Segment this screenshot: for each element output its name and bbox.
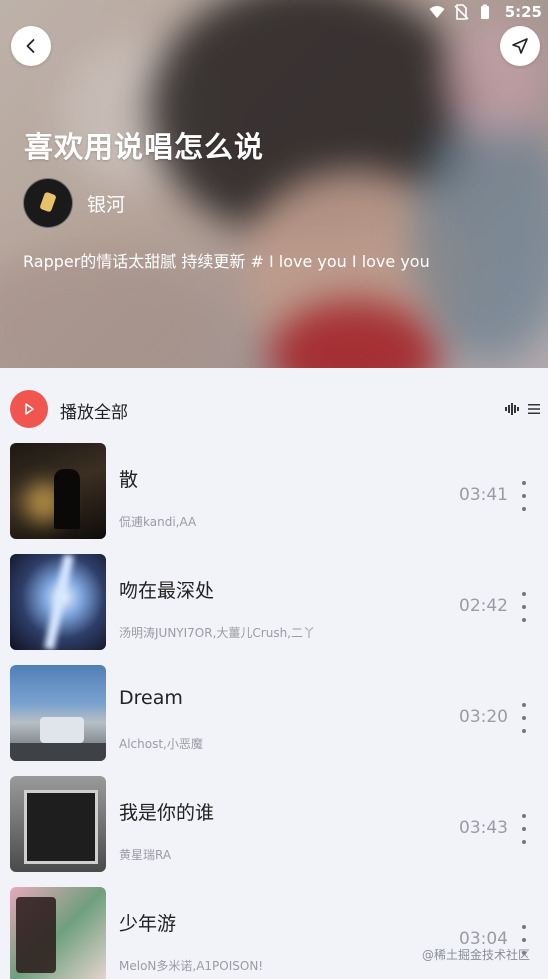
more-options-button[interactable] bbox=[514, 481, 534, 511]
song-duration: 02:42 bbox=[459, 596, 508, 616]
soundwave-icon[interactable] bbox=[505, 402, 519, 416]
creator-name[interactable]: 银河 bbox=[87, 190, 125, 217]
song-title: 少年游 bbox=[119, 913, 177, 935]
play-all-button[interactable] bbox=[10, 390, 48, 428]
song-row[interactable]: 散 侃逋kandi,AA 03:41 bbox=[0, 443, 548, 554]
song-duration: 03:41 bbox=[459, 485, 508, 505]
creator-info[interactable]: 银河 bbox=[23, 178, 125, 228]
more-options-button[interactable] bbox=[514, 814, 534, 844]
more-options-button[interactable] bbox=[514, 592, 534, 622]
song-artist: MeloN多米诺,A1POISON! bbox=[119, 959, 264, 973]
song-row[interactable]: Dream Alchost,小恶魔 03:20 bbox=[0, 665, 548, 776]
play-all-label[interactable]: 播放全部 bbox=[60, 398, 128, 423]
back-button[interactable] bbox=[11, 26, 51, 66]
song-title: 散 bbox=[119, 469, 139, 491]
song-duration: 03:20 bbox=[459, 707, 508, 727]
battery-icon bbox=[480, 4, 489, 19]
album-cover bbox=[10, 776, 106, 872]
song-duration: 03:43 bbox=[459, 818, 508, 838]
album-cover bbox=[10, 443, 106, 539]
playlist-description: Rapper的情话太甜腻 持续更新 # I love you I love yo… bbox=[23, 252, 430, 271]
album-cover bbox=[10, 887, 106, 979]
more-options-button[interactable] bbox=[514, 703, 534, 733]
send-icon bbox=[512, 38, 528, 54]
album-cover bbox=[10, 554, 106, 650]
song-artist: 黄星瑞RA bbox=[119, 848, 172, 862]
play-icon bbox=[25, 403, 34, 415]
share-button[interactable] bbox=[500, 26, 540, 66]
status-time: 5:25 bbox=[504, 3, 542, 21]
song-artist: Alchost,小恶魔 bbox=[119, 737, 203, 751]
song-title: Dream bbox=[119, 687, 183, 709]
song-title: 我是你的谁 bbox=[119, 802, 215, 824]
no-sim-icon bbox=[454, 4, 469, 20]
watermark: @稀土掘金技术社区 bbox=[421, 948, 530, 962]
song-title: 吻在最深处 bbox=[119, 580, 215, 602]
song-row[interactable]: 少年游 MeloN多米诺,A1POISON! 03:04 bbox=[0, 887, 548, 979]
song-row[interactable]: 我是你的谁 黄星瑞RA 03:43 bbox=[0, 776, 548, 887]
play-all-bar: 播放全部 bbox=[0, 388, 548, 430]
playlist-title: 喜欢用说唱怎么说 bbox=[24, 130, 265, 164]
chevron-left-icon bbox=[26, 39, 35, 53]
status-bar: 5:25 bbox=[429, 0, 548, 24]
avatar[interactable] bbox=[23, 178, 73, 228]
song-artist: 侃逋kandi,AA bbox=[119, 515, 197, 529]
song-artist: 汤明涛JUNYI7OR,大薑儿Crush,二丫 bbox=[119, 626, 315, 640]
song-row[interactable]: 吻在最深处 汤明涛JUNYI7OR,大薑儿Crush,二丫 02:42 bbox=[0, 554, 548, 665]
wifi-icon bbox=[429, 6, 445, 18]
menu-list-icon[interactable] bbox=[527, 402, 541, 416]
album-cover bbox=[10, 665, 106, 761]
